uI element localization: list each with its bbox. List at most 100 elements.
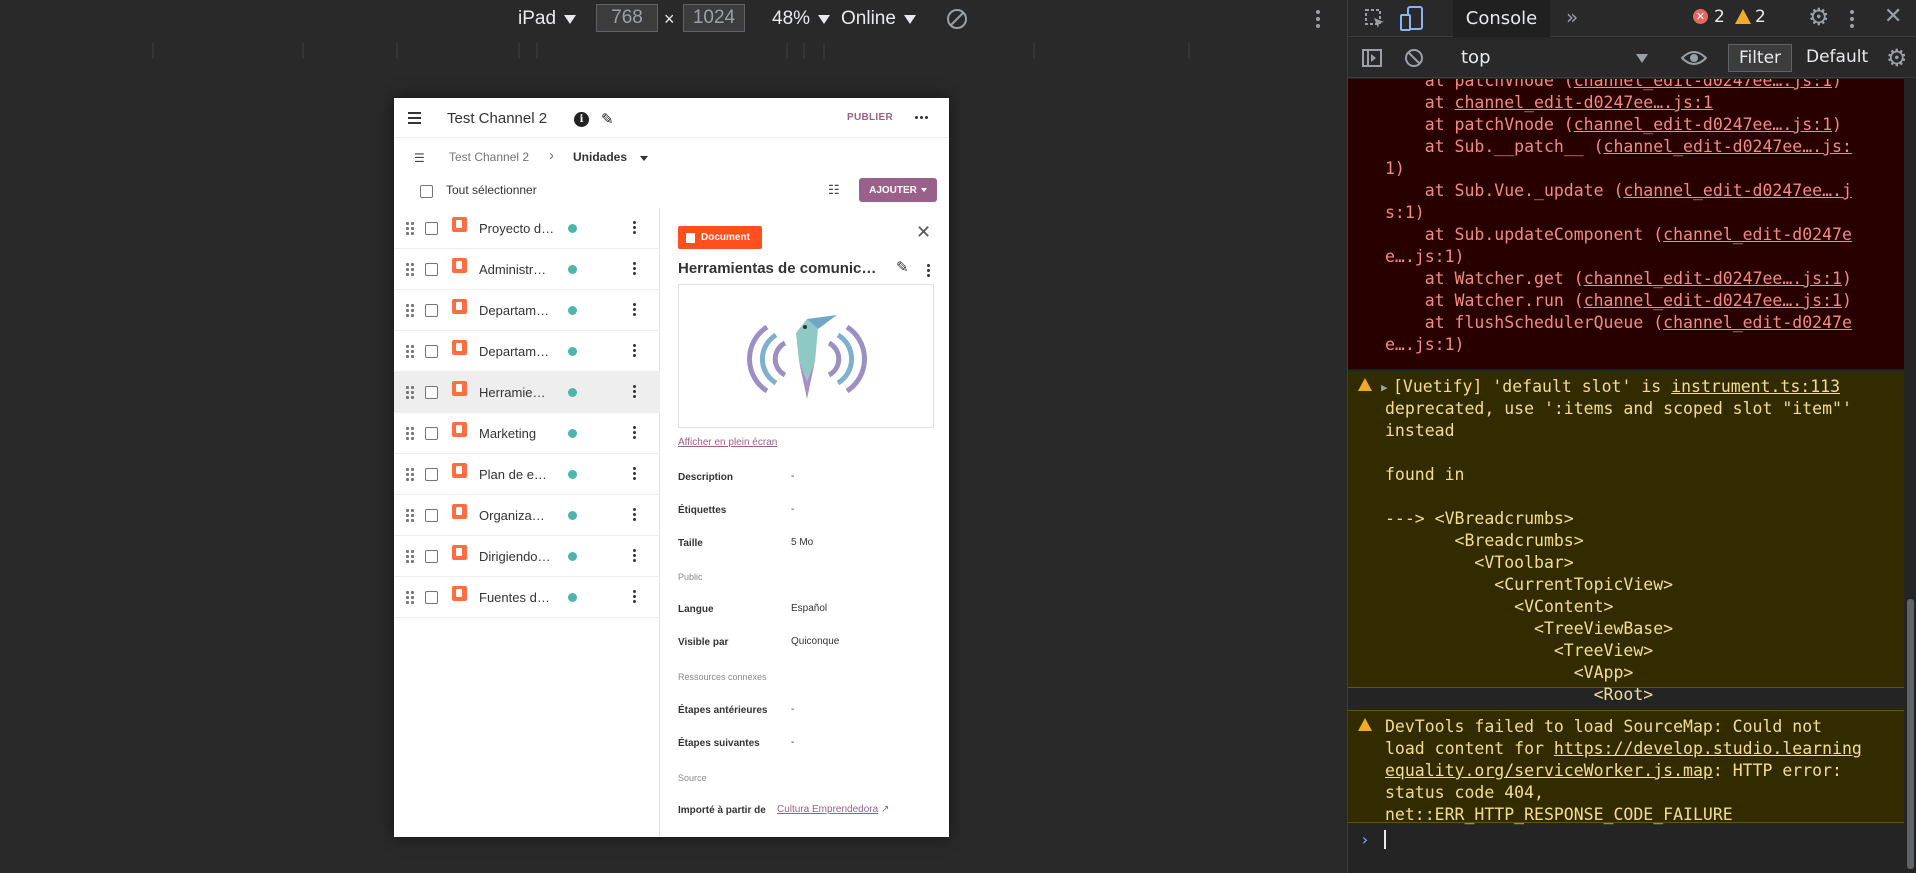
error-count[interactable]: 2 bbox=[1714, 7, 1725, 27]
source-link[interactable]: channel_edit-d0247ee….js: bbox=[1604, 137, 1852, 156]
warning-count-icon[interactable] bbox=[1735, 9, 1751, 24]
row-menu-icon[interactable] bbox=[633, 262, 636, 275]
error-count-icon[interactable]: ✕ bbox=[1693, 9, 1708, 24]
publish-button[interactable]: PUBLIER bbox=[847, 112, 893, 123]
tab-console[interactable]: Console bbox=[1453, 0, 1550, 37]
source-link[interactable]: https://develop.studio.learning bbox=[1554, 739, 1862, 758]
drag-handle-icon[interactable] bbox=[406, 386, 414, 399]
drag-handle-icon[interactable] bbox=[406, 222, 414, 235]
select-all-checkbox[interactable] bbox=[420, 185, 433, 198]
row-checkbox[interactable] bbox=[425, 263, 438, 276]
row-menu-icon[interactable] bbox=[633, 344, 636, 357]
network-label: Online bbox=[841, 8, 896, 29]
expand-triangle-icon[interactable]: ▶ bbox=[1381, 377, 1388, 399]
row-menu-icon[interactable] bbox=[633, 303, 636, 316]
drag-handle-icon[interactable] bbox=[406, 304, 414, 317]
source-link[interactable]: channel_edit-d0247ee….js:1 bbox=[1584, 291, 1842, 310]
status-dot bbox=[568, 552, 577, 561]
list-item[interactable]: Organiza… bbox=[394, 495, 660, 536]
source-link[interactable]: channel_edit-d0247ee….js:1 bbox=[1455, 93, 1713, 112]
more-icon[interactable] bbox=[1850, 10, 1854, 28]
list-item[interactable]: Administr… bbox=[394, 249, 660, 290]
height-input[interactable]: 1024 bbox=[683, 4, 745, 32]
breadcrumb-root[interactable]: Test Channel 2 bbox=[449, 150, 529, 164]
fullscreen-link[interactable]: Afficher en plein écran bbox=[678, 437, 777, 448]
source-link[interactable]: instrument.ts:113 bbox=[1671, 377, 1840, 396]
inspect-icon[interactable] bbox=[1364, 8, 1386, 30]
warning-count[interactable]: 2 bbox=[1755, 7, 1766, 27]
row-checkbox[interactable] bbox=[425, 222, 438, 235]
list-item[interactable]: Departam… bbox=[394, 290, 660, 331]
list-view-icon[interactable]: ☷ bbox=[828, 182, 840, 198]
console-scrollbar[interactable] bbox=[1904, 79, 1916, 873]
row-menu-icon[interactable] bbox=[633, 590, 636, 603]
filter-input[interactable]: Filter bbox=[1728, 44, 1792, 72]
edit-icon[interactable]: ✎ bbox=[896, 258, 909, 276]
row-menu-icon[interactable] bbox=[633, 426, 636, 439]
sidebar-toggle-icon[interactable] bbox=[1362, 49, 1382, 67]
eye-icon[interactable] bbox=[1681, 50, 1707, 66]
rotate-icon[interactable] bbox=[945, 7, 969, 31]
device-toggle-icon[interactable] bbox=[1400, 6, 1424, 32]
gear-icon[interactable]: ⚙ bbox=[1808, 3, 1830, 31]
source-link[interactable]: equality.org/serviceWorker.js.map bbox=[1385, 761, 1713, 780]
drag-handle-icon[interactable] bbox=[406, 591, 414, 604]
clear-console-icon[interactable] bbox=[1404, 48, 1424, 68]
info-icon[interactable]: i bbox=[574, 112, 589, 127]
source-link[interactable]: channel_edit-d0247ee….js:1 bbox=[1574, 79, 1832, 90]
source-link[interactable]: Cultura Emprendedora ↗ bbox=[777, 804, 889, 815]
row-menu-icon[interactable] bbox=[633, 221, 636, 234]
row-checkbox[interactable] bbox=[425, 591, 438, 604]
status-dot bbox=[568, 265, 577, 274]
console-settings-icon[interactable]: ⚙ bbox=[1886, 44, 1908, 72]
list-item-selected[interactable]: Herramie… bbox=[394, 372, 660, 413]
drag-handle-icon[interactable] bbox=[406, 509, 414, 522]
device-select[interactable]: iPad bbox=[518, 8, 577, 30]
more-icon[interactable] bbox=[1316, 10, 1320, 28]
list-item[interactable]: Plan de e… bbox=[394, 454, 660, 495]
width-input[interactable]: 768 bbox=[596, 4, 658, 32]
row-menu-icon[interactable] bbox=[633, 385, 636, 398]
drag-handle-icon[interactable] bbox=[406, 427, 414, 440]
row-menu-icon[interactable] bbox=[633, 508, 636, 521]
source-link[interactable]: channel_edit-d0247ee….js:1 bbox=[1584, 269, 1842, 288]
list-item[interactable]: Departam… bbox=[394, 331, 660, 372]
zoom-select[interactable]: 48% bbox=[772, 8, 831, 30]
source-link[interactable]: channel_edit-d0247e bbox=[1663, 313, 1852, 332]
list-item[interactable]: Proyecto d… bbox=[394, 208, 660, 249]
drag-handle-icon[interactable] bbox=[406, 263, 414, 276]
list-item[interactable]: Fuentes d… bbox=[394, 577, 660, 618]
row-checkbox[interactable] bbox=[425, 550, 438, 563]
row-checkbox[interactable] bbox=[425, 427, 438, 440]
console-input[interactable] bbox=[1384, 830, 1386, 849]
throttle-select[interactable]: Online bbox=[841, 8, 916, 30]
context-select[interactable]: top bbox=[1453, 44, 1653, 72]
close-icon[interactable]: ✕ bbox=[1884, 4, 1902, 29]
row-checkbox[interactable] bbox=[425, 386, 438, 399]
source-link[interactable]: channel_edit-d0247ee….j bbox=[1623, 181, 1851, 200]
close-icon[interactable]: ✕ bbox=[916, 222, 931, 243]
row-menu-icon[interactable] bbox=[633, 549, 636, 562]
source-link[interactable]: channel_edit-d0247e bbox=[1663, 225, 1852, 244]
list-item[interactable]: Dirigiendo… bbox=[394, 536, 660, 577]
more-options-icon[interactable] bbox=[915, 116, 928, 119]
row-checkbox[interactable] bbox=[425, 304, 438, 317]
detail-menu-icon[interactable] bbox=[927, 264, 930, 277]
list-item[interactable]: Marketing bbox=[394, 413, 660, 454]
drag-handle-icon[interactable] bbox=[406, 345, 414, 358]
row-checkbox[interactable] bbox=[425, 468, 438, 481]
menu-icon[interactable] bbox=[408, 112, 421, 127]
add-button[interactable]: AJOUTER bbox=[859, 178, 937, 202]
more-tabs-icon[interactable]: » bbox=[1566, 5, 1578, 29]
chevron-down-icon[interactable] bbox=[640, 156, 648, 161]
collapse-tree-icon[interactable]: ☰ bbox=[414, 151, 425, 165]
drag-handle-icon[interactable] bbox=[406, 550, 414, 563]
log-level-select[interactable]: Default bbox=[1806, 47, 1868, 67]
row-checkbox[interactable] bbox=[425, 509, 438, 522]
drag-handle-icon[interactable] bbox=[406, 468, 414, 481]
edit-icon[interactable]: ✎ bbox=[601, 110, 614, 128]
source-link[interactable]: channel_edit-d0247ee….js:1 bbox=[1574, 115, 1832, 134]
row-menu-icon[interactable] bbox=[633, 467, 636, 480]
breadcrumb-current[interactable]: Unidades bbox=[573, 150, 627, 164]
row-checkbox[interactable] bbox=[425, 345, 438, 358]
